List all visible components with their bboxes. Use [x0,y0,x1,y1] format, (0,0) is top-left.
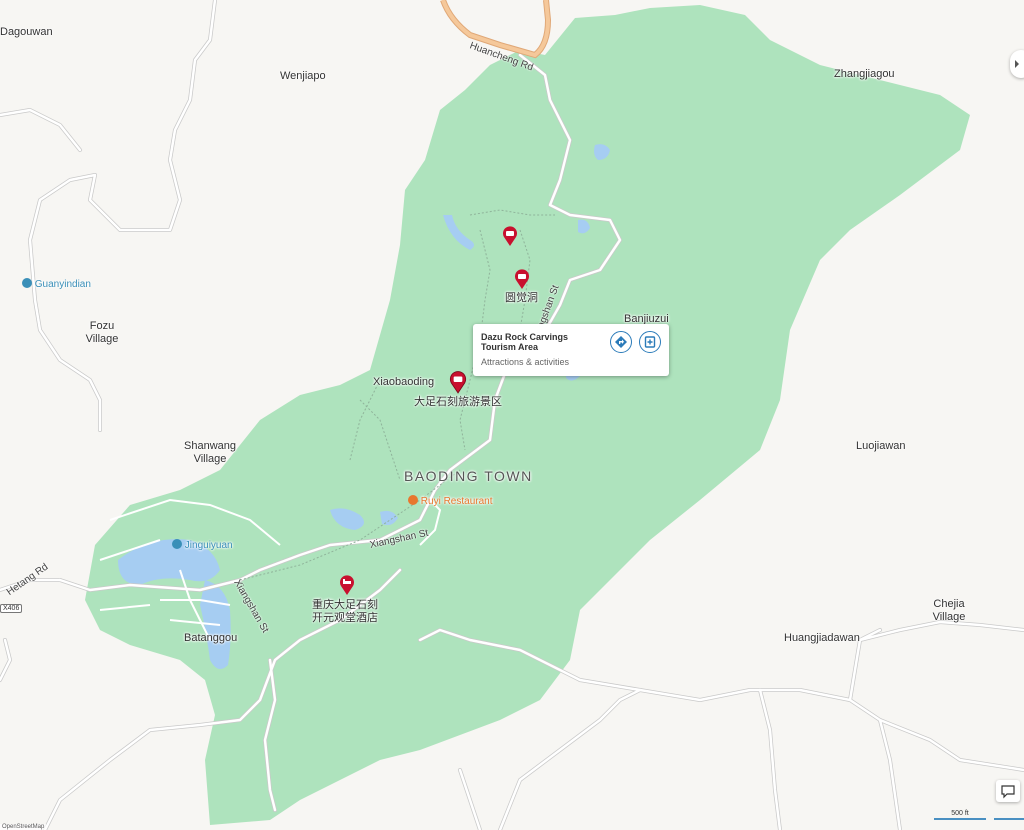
park-area [85,5,970,825]
poi-guanyindian[interactable]: Guanyindian [22,278,91,291]
directions-icon [615,336,627,348]
save-button[interactable] [639,331,661,353]
label-chejia-village: Chejia Village [932,598,966,623]
poi-jinguiyuan-label: Jinguiyuan [184,540,233,551]
label-wenjiapo: Wenjiapo [280,70,326,82]
landmark-icon [22,278,32,288]
map-canvas[interactable]: Dagouwan Wenjiapo Zhangjiagou Fozu Villa… [0,0,1024,830]
label-shanwang-village: Shanwang Village [184,440,236,465]
selected-attraction-pin-icon[interactable] [448,370,468,394]
scale-bar: 500 ft [934,810,986,820]
label-fozu-village: Fozu Village [85,320,119,345]
label-batanggou: Batanggou [184,632,238,644]
expand-panel-button[interactable] [1010,50,1024,78]
chevron-right-icon [1015,60,1019,68]
route-shield-x406: X406 [0,604,23,613]
attraction-pin-icon[interactable] [513,268,531,290]
restaurant-icon [408,495,418,505]
map-base [0,0,1024,830]
popup-category: Attractions & activities [481,357,570,367]
label-xiaobaoding: Xiaobaoding [373,376,435,388]
feedback-button[interactable] [996,780,1020,802]
scale-label: 500 ft [951,810,969,817]
label-yuanjuedong: 圆觉洞 [505,292,538,304]
scale-line [934,818,986,820]
hotel-pin-icon[interactable] [338,574,356,596]
place-popup[interactable]: Dazu Rock Carvings Tourism Area Attracti… [473,324,669,376]
poi-guanyindian-label: Guanyindian [34,279,91,290]
label-luojiawan: Luojiawan [856,440,906,452]
scale-line-secondary [994,818,1024,820]
label-dazu-scenic: 大足石刻旅游景区 [414,396,502,408]
label-huangjiadawan: Huangjiadawan [784,632,860,644]
landmark-icon [172,539,182,549]
save-icon [644,336,656,348]
label-hotel: 重庆大足石刻 开元观堂酒店 [312,599,378,624]
label-zhangjiagou: Zhangjiagou [834,68,895,80]
chat-icon [1001,785,1015,799]
attraction-pin-icon[interactable] [501,225,519,247]
directions-button[interactable] [610,331,632,353]
poi-ruyi-restaurant[interactable]: Ruyi Restaurant [408,495,492,508]
map-attribution[interactable]: OpenStreetMap [0,824,47,830]
popup-title: Dazu Rock Carvings Tourism Area [481,332,569,352]
label-dagouwan: Dagouwan [0,26,53,38]
poi-ruyi-label: Ruyi Restaurant [420,496,493,507]
poi-jinguiyuan[interactable]: Jinguiyuan [172,539,233,552]
label-baoding-town: BAODING TOWN [404,468,533,484]
